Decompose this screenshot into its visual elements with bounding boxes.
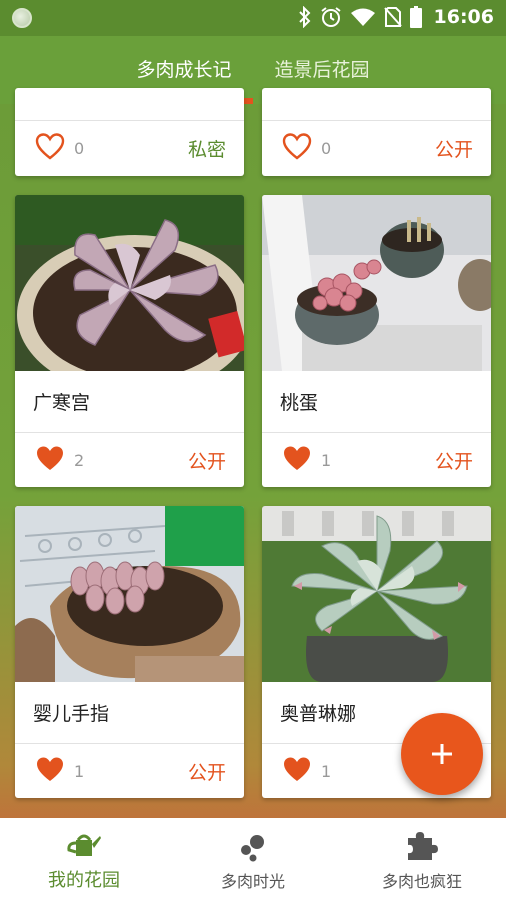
notification-icon bbox=[12, 8, 32, 28]
plant-card[interactable]: 0 私密 bbox=[15, 88, 244, 176]
plus-icon bbox=[432, 744, 452, 764]
heart-outline-icon[interactable] bbox=[282, 133, 312, 160]
nav-label: 多肉也疯狂 bbox=[381, 872, 462, 891]
nav-label: 多肉时光 bbox=[220, 872, 285, 891]
clock: 16:06 bbox=[433, 6, 494, 28]
like-count: 1 bbox=[321, 451, 332, 470]
plant-card[interactable]: 0 公开 bbox=[262, 88, 491, 176]
card-divider bbox=[262, 432, 491, 433]
privacy-label[interactable]: 公开 bbox=[435, 135, 473, 162]
wifi-icon bbox=[350, 8, 375, 26]
like-count: 0 bbox=[74, 139, 85, 158]
card-divider bbox=[15, 120, 244, 121]
like-count: 1 bbox=[321, 762, 332, 781]
nav-succulent-time[interactable]: 多肉时光 bbox=[169, 818, 337, 900]
add-plant-button[interactable] bbox=[401, 713, 483, 795]
card-divider bbox=[262, 120, 491, 121]
status-bar: 16:06 bbox=[0, 0, 506, 36]
plant-photo[interactable] bbox=[262, 195, 491, 371]
bottom-navigation: 我的花园 多肉时光 多肉也疯狂 bbox=[0, 818, 506, 900]
plant-photo[interactable] bbox=[262, 506, 491, 682]
card-divider bbox=[15, 432, 244, 433]
no-sim-icon bbox=[383, 7, 402, 27]
battery-icon bbox=[409, 6, 422, 28]
privacy-label[interactable]: 公开 bbox=[435, 447, 473, 474]
heart-filled-icon[interactable] bbox=[282, 756, 312, 783]
plant-photo[interactable] bbox=[15, 506, 244, 682]
like-count: 1 bbox=[74, 762, 85, 781]
privacy-label[interactable]: 公开 bbox=[188, 758, 226, 785]
plant-name: 桃蛋 bbox=[280, 392, 319, 414]
watering-can-icon bbox=[67, 834, 101, 856]
dots-cluster-icon bbox=[241, 835, 264, 862]
alarm-icon bbox=[320, 7, 341, 27]
heart-outline-icon[interactable] bbox=[35, 133, 65, 160]
plant-name: 婴儿手指 bbox=[33, 703, 110, 725]
plant-card[interactable]: 广寒宫 2 公开 bbox=[15, 195, 244, 487]
like-count: 0 bbox=[321, 139, 332, 158]
nav-my-garden[interactable]: 我的花园 bbox=[0, 818, 168, 900]
bluetooth-icon bbox=[298, 6, 310, 28]
plant-photo[interactable] bbox=[15, 195, 244, 371]
privacy-label[interactable]: 公开 bbox=[188, 447, 226, 474]
heart-filled-icon[interactable] bbox=[282, 445, 312, 472]
plant-card[interactable]: 桃蛋 1 公开 bbox=[262, 195, 491, 487]
nav-label: 我的花园 bbox=[48, 870, 120, 891]
heart-filled-icon[interactable] bbox=[35, 756, 65, 783]
puzzle-icon bbox=[408, 832, 438, 860]
status-icons: 16:06 bbox=[298, 6, 494, 28]
privacy-label[interactable]: 私密 bbox=[188, 135, 226, 162]
plant-name: 奥普琳娜 bbox=[280, 703, 357, 725]
plant-name: 广寒宫 bbox=[33, 392, 91, 414]
card-divider bbox=[15, 743, 244, 744]
heart-filled-icon[interactable] bbox=[35, 445, 65, 472]
plant-card[interactable]: 婴儿手指 1 公开 bbox=[15, 506, 244, 798]
like-count: 2 bbox=[74, 451, 85, 470]
nav-succulent-crazy[interactable]: 多肉也疯狂 bbox=[338, 818, 506, 900]
